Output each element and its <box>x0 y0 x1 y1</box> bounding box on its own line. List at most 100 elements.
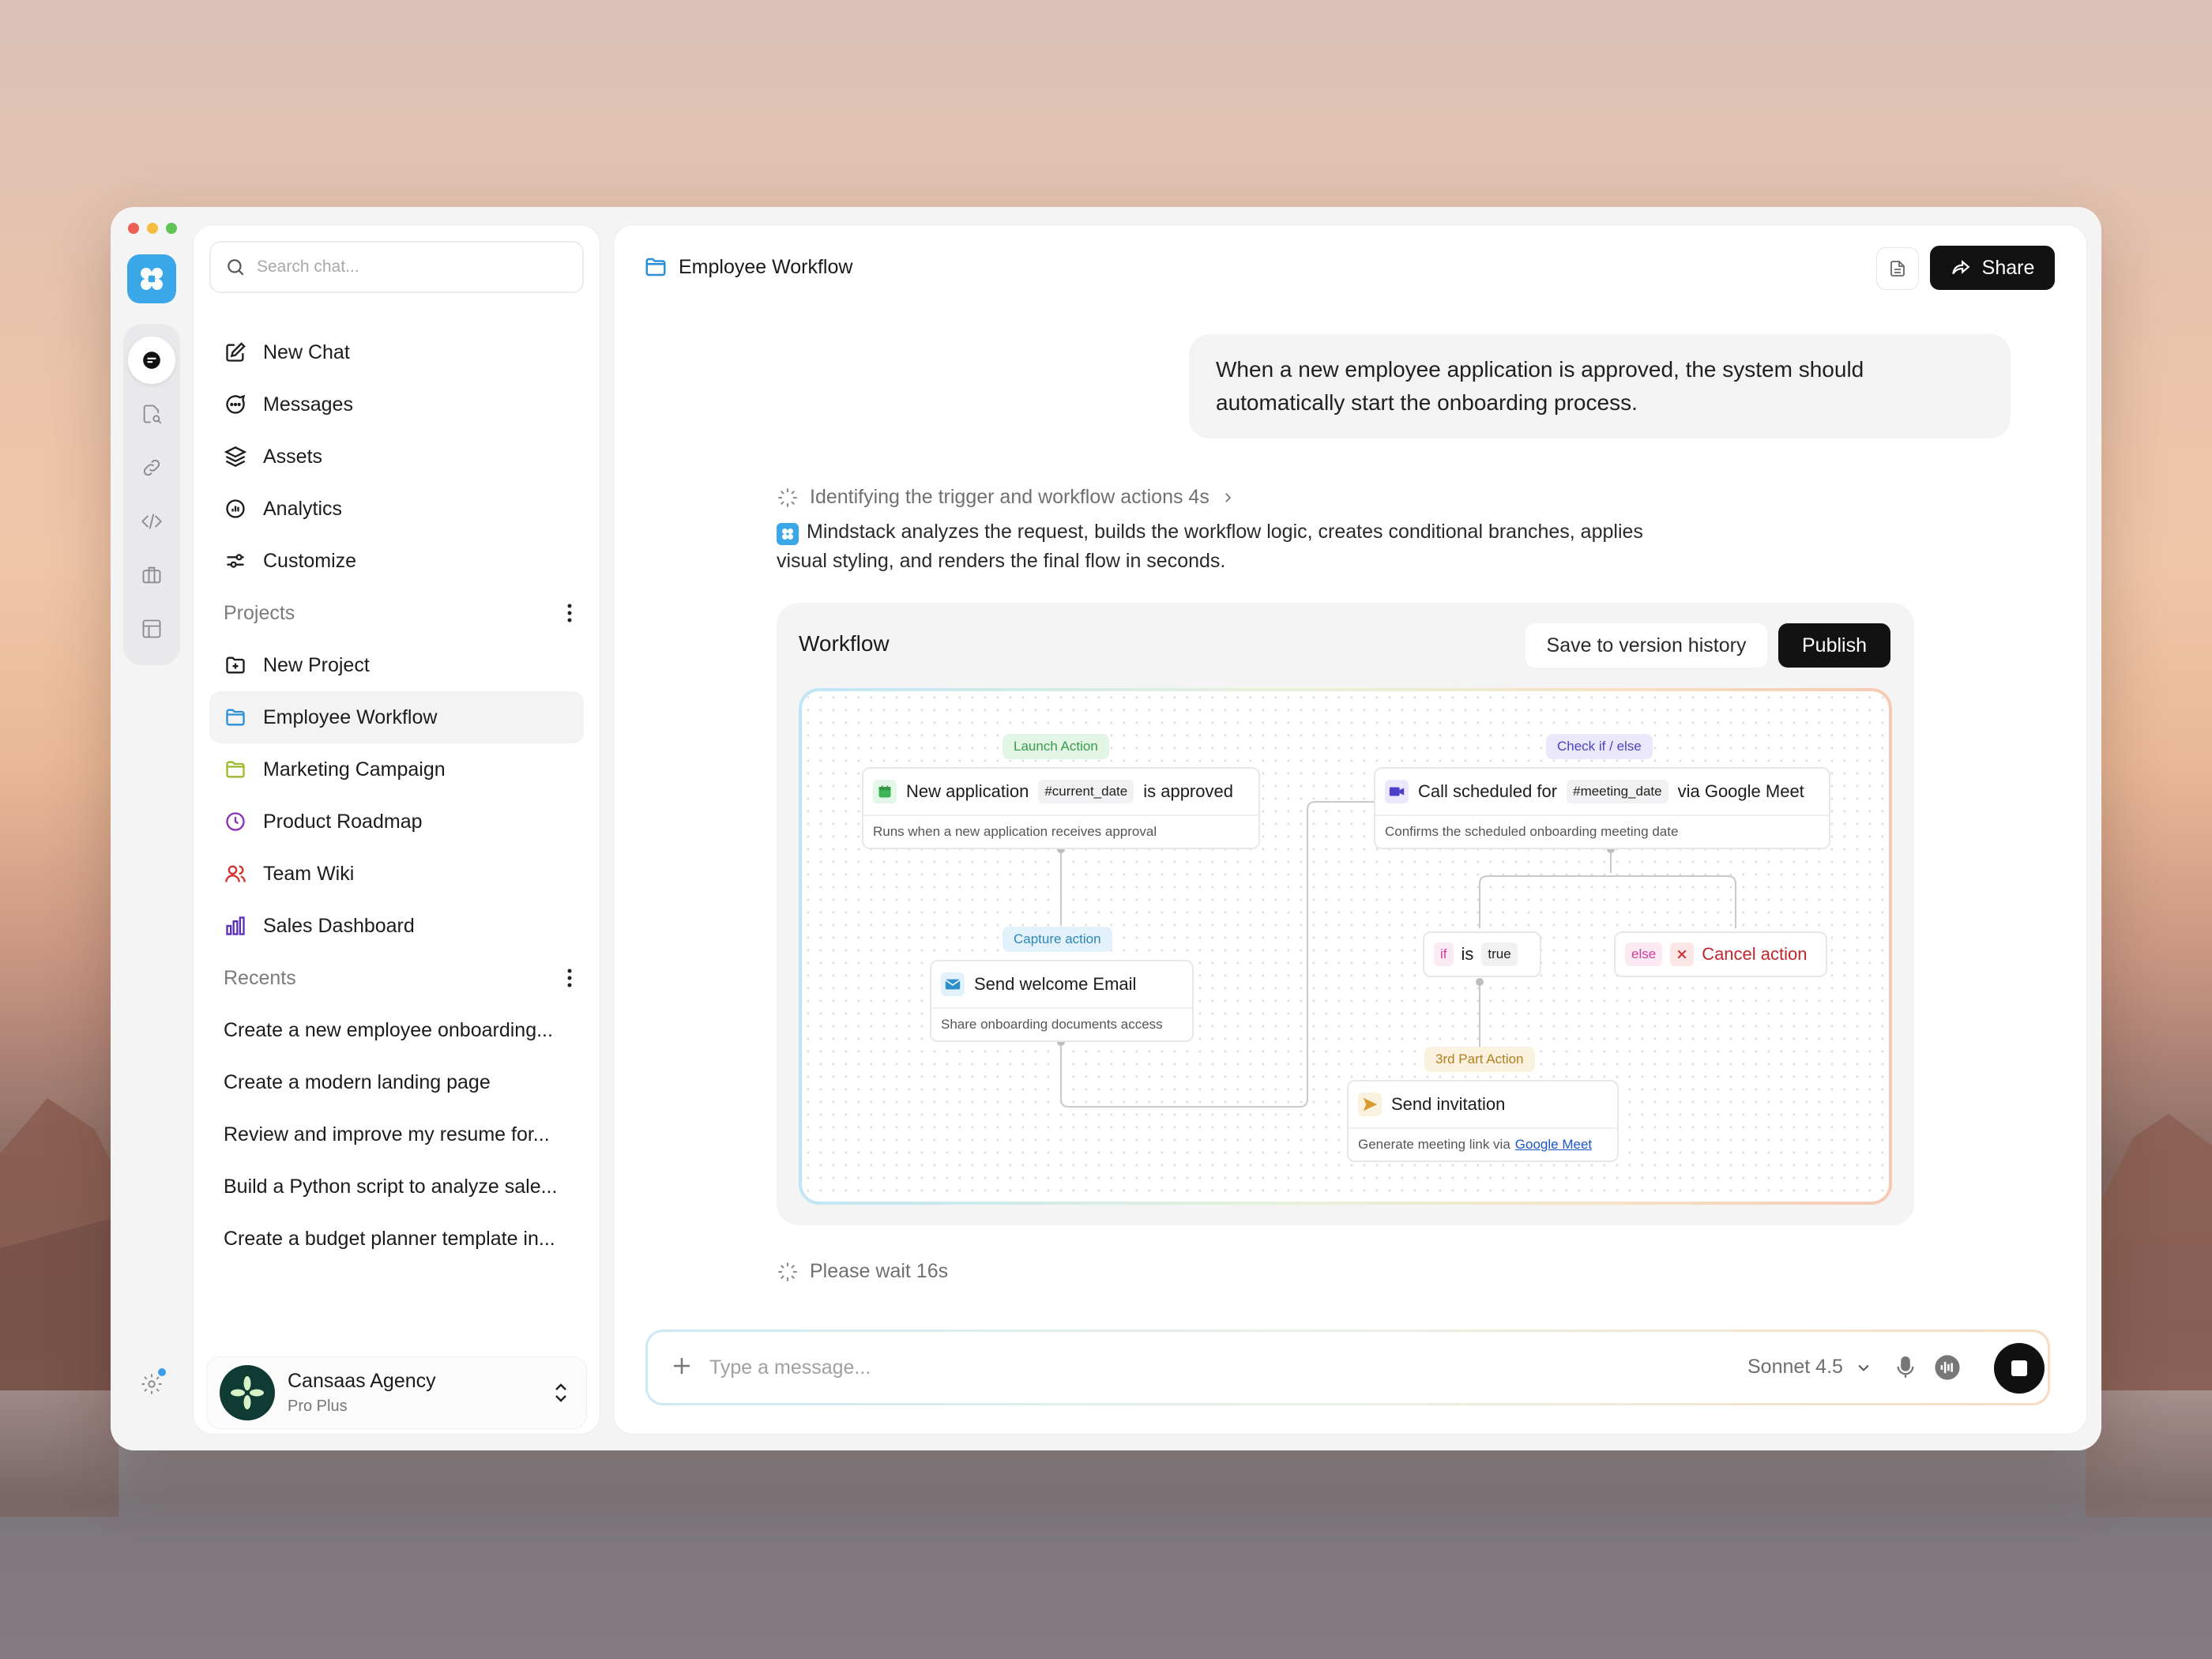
recent-chat-item[interactable]: Review and improve my resume for... <box>209 1108 584 1161</box>
third-title: Send invitation <box>1391 1094 1506 1114</box>
mail-icon <box>941 972 965 996</box>
close-icon <box>1670 942 1695 966</box>
launch-text-pre: New application <box>906 781 1029 801</box>
check-if-else-tag: Check if / else <box>1546 734 1653 759</box>
rail-code-button[interactable] <box>128 498 175 545</box>
share-button[interactable]: Share <box>1930 246 2055 290</box>
stop-icon <box>2011 1360 2027 1376</box>
message-input[interactable] <box>709 1349 1578 1386</box>
google-meet-link[interactable]: Google Meet <box>1515 1137 1592 1153</box>
publish-button[interactable]: Publish <box>1778 623 1890 668</box>
variable-pill: #meeting_date <box>1567 780 1668 803</box>
voice-waveform-icon[interactable] <box>1934 1354 1961 1381</box>
project-item-team-wiki[interactable]: Team Wiki <box>209 848 584 900</box>
sidebar-item-label: Messages <box>263 393 353 416</box>
account-plan: Pro Plus <box>288 1398 348 1415</box>
microphone-icon[interactable] <box>1894 1354 1917 1381</box>
if-branch-node[interactable]: if is true <box>1423 931 1541 977</box>
check-if-else-node[interactable]: Call scheduled for #meeting_date via Goo… <box>1374 767 1830 849</box>
page-title: Employee Workflow <box>679 255 853 278</box>
users-icon <box>225 865 246 882</box>
projects-header: Projects <box>209 587 584 639</box>
recent-chat-item[interactable]: Create a budget planner template in... <box>209 1213 584 1265</box>
check-text-post: via Google Meet <box>1677 781 1804 801</box>
third-party-node[interactable]: Send invitation Generate meeting link vi… <box>1347 1080 1619 1162</box>
settings-button[interactable] <box>133 1365 171 1403</box>
answer-text: Mindstack analyzes the request, builds t… <box>777 521 1643 572</box>
breadcrumb: Employee Workflow <box>644 255 852 279</box>
link-icon <box>143 459 160 476</box>
sidebar-item-messages[interactable]: Messages <box>209 378 584 431</box>
project-item-product-roadmap[interactable]: Product Roadmap <box>209 796 584 848</box>
minimize-window-button[interactable] <box>147 223 158 234</box>
share-label: Share <box>1981 256 2035 279</box>
third-party-tag: 3rd Part Action <box>1424 1047 1535 1072</box>
sidebar-item-analytics[interactable]: Analytics <box>209 483 584 535</box>
thinking-status[interactable]: Identifying the trigger and workflow act… <box>777 486 1235 509</box>
project-item-new-project[interactable]: New Project <box>209 639 584 691</box>
is-keyword: is <box>1461 944 1474 964</box>
plus-icon[interactable] <box>670 1354 694 1378</box>
rail-chat-button[interactable] <box>128 337 175 384</box>
rail-briefcase-button[interactable] <box>128 551 175 599</box>
else-branch-node[interactable]: else Cancel action <box>1614 931 1827 977</box>
account-switcher[interactable]: Cansaas Agency Pro Plus <box>206 1356 587 1429</box>
recent-chat-item[interactable]: Build a Python script to analyze sale... <box>209 1161 584 1213</box>
search-box[interactable] <box>209 241 584 293</box>
rail-nav <box>123 324 180 665</box>
check-description: Confirms the scheduled onboarding meetin… <box>1375 814 1829 848</box>
capture-action-node[interactable]: Send welcome Email Share onboarding docu… <box>930 960 1194 1042</box>
sliders-icon <box>227 554 244 568</box>
save-version-button[interactable]: Save to version history <box>1525 623 1767 668</box>
sidebar-item-customize[interactable]: Customize <box>209 535 584 587</box>
sidebar-item-label: Analytics <box>263 497 343 520</box>
rail-file-search-button[interactable] <box>128 390 175 438</box>
recents-label: Recents <box>224 966 296 989</box>
folder-icon <box>226 761 245 778</box>
more-vertical-icon[interactable] <box>566 968 573 988</box>
assistant-answer: Mindstack analyzes the request, builds t… <box>777 517 1646 576</box>
project-item-marketing-campaign[interactable]: Marketing Campaign <box>209 743 584 796</box>
search-input[interactable] <box>257 258 557 276</box>
chevron-up-down-icon <box>555 1383 566 1402</box>
project-item-label: Marketing Campaign <box>263 758 446 781</box>
recent-chat-item[interactable]: Create a new employee onboarding... <box>209 1004 584 1056</box>
video-icon <box>1385 780 1409 803</box>
chevron-right-icon <box>1224 492 1232 502</box>
recent-chat-item[interactable]: Create a modern landing page <box>209 1056 584 1108</box>
file-search-icon <box>143 404 162 424</box>
rail-link-button[interactable] <box>128 444 175 491</box>
sidebar-item-assets[interactable]: Assets <box>209 431 584 483</box>
cancel-action-label: Cancel action <box>1702 944 1808 964</box>
zoom-window-button[interactable] <box>166 223 177 234</box>
layers-icon <box>224 446 246 467</box>
more-vertical-icon[interactable] <box>566 603 573 623</box>
app-logo[interactable] <box>127 254 176 303</box>
document-button[interactable] <box>1876 247 1919 290</box>
variable-pill: #current_date <box>1038 780 1134 803</box>
close-window-button[interactable] <box>128 223 139 234</box>
layout-icon <box>142 619 161 638</box>
workflow-card: Workflow Save to version history Publish <box>777 603 1914 1225</box>
user-message: When a new employee application is appro… <box>1189 334 2011 438</box>
project-item-employee-workflow[interactable]: Employee Workflow <box>209 691 584 743</box>
calendar-icon <box>873 780 897 803</box>
analytics-icon <box>226 499 245 518</box>
launch-action-tag: Launch Action <box>1003 734 1109 759</box>
launch-text-post: is approved <box>1143 781 1233 801</box>
launch-action-node[interactable]: New application #current_date is approve… <box>862 767 1260 849</box>
loader-icon <box>778 1262 797 1281</box>
project-item-sales-dashboard[interactable]: Sales Dashboard <box>209 900 584 952</box>
logo-icon <box>141 268 163 290</box>
workflow-canvas[interactable]: Launch Action New application #current_d… <box>799 688 1892 1205</box>
rail-layout-button[interactable] <box>128 605 175 653</box>
chevron-down-icon <box>1858 1364 1869 1371</box>
loader-icon <box>778 487 797 507</box>
project-item-label: Employee Workflow <box>263 705 438 728</box>
sidebar-item-new-chat[interactable]: New Chat <box>209 326 584 378</box>
folder-plus-icon <box>226 656 245 674</box>
edit-icon <box>226 342 246 362</box>
model-selector[interactable]: Sonnet 4.5 <box>1747 1356 1872 1379</box>
folder-icon <box>645 258 666 276</box>
stop-generation-button[interactable] <box>1994 1343 2045 1394</box>
